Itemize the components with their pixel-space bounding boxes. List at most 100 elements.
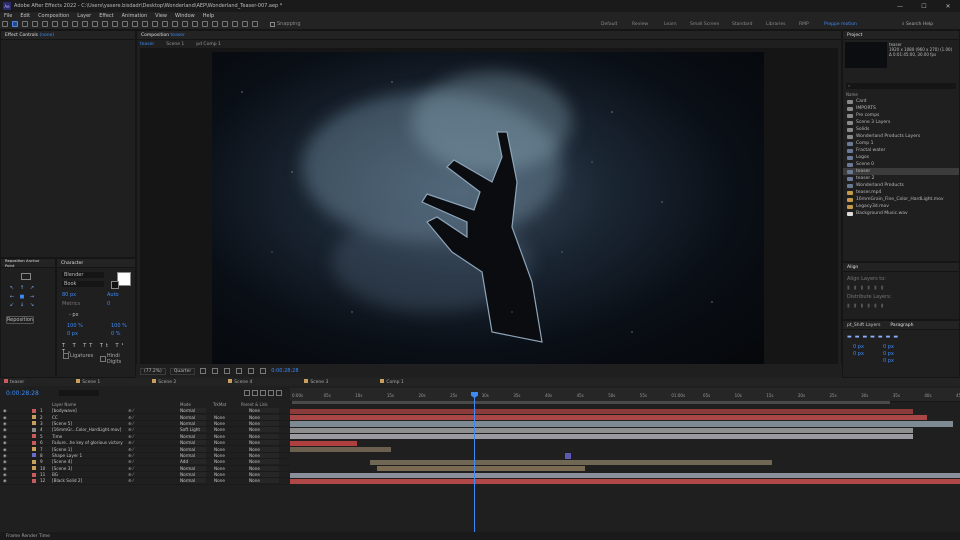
mask-visibility-icon[interactable] — [224, 368, 231, 374]
trkmat-select[interactable]: None — [214, 434, 238, 439]
menu-layer[interactable]: Layer — [77, 13, 91, 19]
layer-switches[interactable]: ⊕ ⁄ — [128, 447, 134, 452]
arrow-n-icon[interactable]: ↑ — [17, 285, 27, 294]
visibility-eye-icon[interactable]: ◉ — [3, 434, 7, 439]
horizontal-scale-value[interactable]: 100 % — [111, 323, 127, 329]
menu-effect[interactable]: Effect — [99, 13, 113, 19]
label-color-swatch[interactable] — [32, 427, 36, 432]
align-tool-icon[interactable] — [152, 21, 158, 27]
shy-icon[interactable] — [251, 390, 258, 396]
snapping-toggle[interactable]: Snapping — [270, 21, 301, 27]
arrow-se-icon[interactable]: ↘ — [27, 302, 37, 311]
visibility-eye-icon[interactable]: ◉ — [3, 466, 7, 471]
layer-duration-bar[interactable] — [290, 421, 954, 427]
arrow-ne-icon[interactable]: ↗ — [27, 285, 37, 294]
extra-tool-icon[interactable] — [212, 21, 218, 27]
layer-name[interactable]: CC — [52, 415, 127, 420]
layer-row[interactable]: ◉ 12 [Black Solid 2] ⊕ ⁄ Normal None None — [0, 478, 290, 485]
workspace-default[interactable]: Default — [601, 22, 617, 27]
menu-edit[interactable]: Edit — [20, 13, 30, 19]
layer-switches[interactable]: ⊕ ⁄ — [128, 421, 134, 426]
parent-select[interactable]: None — [249, 465, 279, 471]
project-item[interactable]: Legacy3d.mov — [843, 203, 959, 210]
visibility-eye-icon[interactable]: ◉ — [3, 453, 7, 458]
layer-name[interactable]: [16mmGr...Color_HardLight.mov] — [52, 427, 127, 432]
graph-editor-icon[interactable] — [275, 390, 282, 396]
project-item[interactable]: Solids — [843, 126, 959, 133]
layer-name[interactable]: [bodywave] — [52, 408, 127, 413]
composition-viewer[interactable] — [140, 48, 838, 364]
draft-3d-icon[interactable] — [243, 390, 250, 396]
menu-animation[interactable]: Animation — [122, 13, 148, 19]
layer-switches[interactable]: ⊕ ⁄ — [128, 434, 134, 439]
label-color-swatch[interactable] — [32, 434, 36, 439]
layer-name[interactable]: BG — [52, 472, 127, 477]
minimize-button[interactable]: — — [888, 3, 912, 10]
layer-name[interactable]: Failure...he key of glorious victory — [52, 440, 127, 445]
blend-mode-select[interactable]: Normal — [180, 433, 206, 439]
trkmat-select[interactable]: None — [214, 472, 238, 477]
arrow-nw-icon[interactable]: ↖ — [7, 285, 17, 294]
region-of-interest-icon[interactable] — [200, 368, 207, 374]
blend-mode-select[interactable]: Normal — [180, 472, 206, 478]
parent-select[interactable]: None — [249, 478, 279, 484]
indent-left-value[interactable]: 0 px — [853, 344, 864, 350]
blend-mode-select[interactable]: Normal — [180, 465, 206, 471]
hand-tool-icon[interactable] — [22, 21, 28, 27]
layer-duration-bar[interactable] — [290, 427, 914, 434]
motion-blur-icon[interactable] — [267, 390, 274, 396]
layer-name[interactable]: [Scene 1] — [52, 447, 127, 452]
project-item[interactable]: Background Music.wav — [843, 210, 959, 217]
workspace-libraries[interactable]: Libraries — [766, 22, 785, 27]
layer-name[interactable]: [Scene 5] — [52, 421, 127, 426]
parent-select[interactable]: None — [249, 427, 279, 433]
label-color-swatch[interactable] — [32, 466, 36, 471]
project-item[interactable]: teaser — [843, 168, 959, 175]
parent-select[interactable]: None — [249, 446, 279, 452]
project-name-column-header[interactable]: Name — [846, 92, 858, 97]
font-style-select[interactable]: Book — [62, 281, 104, 287]
layer-switches[interactable]: ⊕ ⁄ — [128, 453, 134, 458]
label-color-swatch[interactable] — [32, 408, 36, 413]
search-help-field[interactable]: ⌕ Search Help — [902, 21, 952, 27]
indent-first-value[interactable]: 0 px — [853, 351, 864, 357]
extra-tool-icon[interactable] — [252, 21, 258, 27]
parent-select[interactable]: None — [249, 459, 279, 465]
arrow-s-icon[interactable]: ↓ — [17, 302, 27, 311]
trkmat-select[interactable]: None — [214, 478, 238, 483]
ligatures-toggle[interactable]: Ligatures — [62, 353, 93, 359]
project-item[interactable]: Scene 3 Layers — [843, 119, 959, 126]
trkmat-select[interactable]: None — [214, 421, 238, 426]
parent-select[interactable]: None — [249, 440, 279, 446]
align-buttons[interactable]: ▮▮▮▮▮▮ — [847, 285, 888, 291]
menu-help[interactable]: Help — [203, 13, 214, 19]
project-item[interactable]: teaser.mp4 — [843, 189, 959, 196]
type-tool-icon[interactable] — [92, 21, 98, 27]
snapshot-icon[interactable] — [260, 368, 267, 374]
label-color-swatch[interactable] — [32, 453, 36, 458]
layer-duration-bar[interactable] — [290, 408, 914, 414]
layer-name[interactable]: Time — [52, 434, 127, 439]
comp-nav-scene-1[interactable]: Scene 1 — [166, 42, 184, 47]
layer-switches[interactable]: ⊕ ⁄ — [128, 408, 134, 413]
project-item[interactable]: Comp 1 — [843, 140, 959, 147]
space-before-value[interactable]: 0 px — [883, 351, 894, 357]
timeline-tab[interactable]: Scene 3 — [304, 379, 354, 385]
label-color-swatch[interactable] — [32, 472, 36, 477]
project-item[interactable]: Scene 0 — [843, 161, 959, 168]
label-color-swatch[interactable] — [32, 415, 36, 420]
eraser-tool-icon[interactable] — [122, 21, 128, 27]
label-color-swatch[interactable] — [32, 447, 36, 452]
blend-mode-select[interactable]: Add — [180, 459, 206, 465]
visibility-eye-icon[interactable]: ◉ — [3, 408, 7, 413]
label-color-swatch[interactable] — [32, 459, 36, 464]
blend-mode-select[interactable]: Normal — [180, 446, 206, 452]
column-trkmat[interactable]: TrkMat — [213, 402, 226, 407]
hindi-digits-toggle[interactable]: Hindi Digits — [99, 353, 135, 365]
visibility-eye-icon[interactable]: ◉ — [3, 427, 7, 432]
visibility-eye-icon[interactable]: ◉ — [3, 459, 7, 464]
project-item[interactable]: Fractal water — [843, 147, 959, 154]
menu-file[interactable]: File — [4, 13, 12, 19]
layer-switches[interactable]: ⊕ ⁄ — [128, 427, 134, 432]
layer-duration-bar[interactable] — [290, 478, 960, 485]
